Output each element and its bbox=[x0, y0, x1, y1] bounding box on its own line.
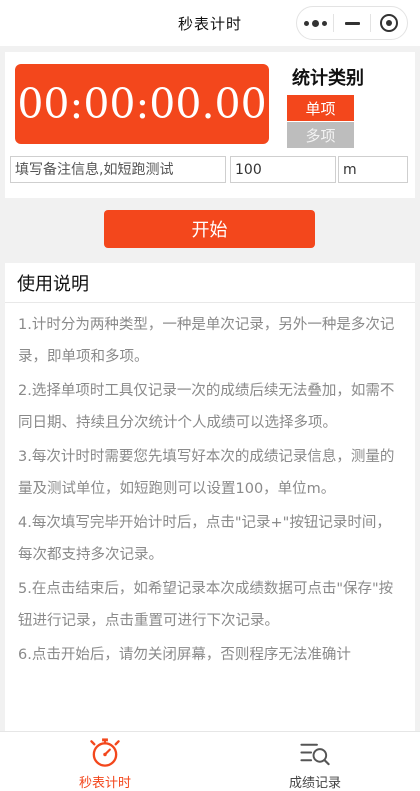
stat-type-multi-button[interactable]: 多项 bbox=[287, 122, 354, 148]
instruction-item: 6.点击开始后，请勿关闭屏幕，否则程序无法准确计 bbox=[18, 647, 351, 663]
tab-bar: 秒表计时 成绩记录 bbox=[0, 731, 420, 791]
close-target-icon bbox=[380, 14, 398, 32]
records-search-icon bbox=[300, 743, 330, 766]
instructions-panel: 使用说明 1.计时分为两种类型，一种是单次记录，另外一种是多次记录，即单项和多项… bbox=[5, 263, 415, 743]
more-dots-icon bbox=[303, 19, 327, 27]
amount-input[interactable] bbox=[230, 156, 336, 183]
minimize-button[interactable] bbox=[334, 7, 370, 39]
instruction-item: 3.每次计时时需要您先填写好本次的成绩记录信息，测量的量及测试单位，如短跑则可以… bbox=[18, 449, 395, 497]
timer-display: 00:00:00.00 bbox=[15, 64, 269, 144]
stopwatch-icon bbox=[90, 738, 120, 767]
more-menu-button[interactable] bbox=[297, 7, 333, 39]
stat-type-single-button[interactable]: 单项 bbox=[287, 95, 354, 121]
mini-program-capsule bbox=[296, 6, 408, 40]
tab-records[interactable]: 成绩记录 bbox=[210, 732, 420, 791]
timer-panel: 00:00:00.00 统计类别 单项 多项 bbox=[5, 52, 415, 198]
instruction-item: 4.每次填写完毕开始计时后，点击"记录+"按钮记录时间，每次都支持多次记录。 bbox=[18, 515, 391, 563]
stat-type-title: 统计类别 bbox=[292, 68, 364, 89]
instruction-item: 5.在点击结束后，如希望记录本次成绩数据可点击"保存"按钮进行记录，点击重置可进… bbox=[18, 581, 394, 629]
instructions-list: 1.计时分为两种类型，一种是单次记录，另外一种是多次记录，即单项和多项。 2.选… bbox=[5, 303, 415, 671]
start-button[interactable]: 开始 bbox=[104, 210, 315, 248]
instruction-item: 1.计时分为两种类型，一种是单次记录，另外一种是多次记录，即单项和多项。 bbox=[18, 317, 395, 365]
minimize-icon bbox=[344, 21, 360, 25]
tab-stopwatch-label: 秒表计时 bbox=[78, 776, 131, 791]
tab-stopwatch[interactable]: 秒表计时 bbox=[0, 732, 210, 791]
unit-input[interactable] bbox=[338, 156, 408, 183]
close-program-button[interactable] bbox=[371, 7, 407, 39]
instructions-title: 使用说明 bbox=[5, 263, 415, 303]
note-input[interactable] bbox=[10, 156, 226, 183]
nav-bar: 秒表计时 bbox=[0, 0, 420, 46]
instruction-item: 2.选择单项时工具仅记录一次的成绩后续无法叠加，如需不同日期、持续且分次统计个人… bbox=[18, 383, 395, 431]
tab-records-label: 成绩记录 bbox=[288, 776, 341, 791]
timer-value: 00:00:00.00 bbox=[17, 80, 267, 128]
page-title: 秒表计时 bbox=[177, 14, 242, 33]
